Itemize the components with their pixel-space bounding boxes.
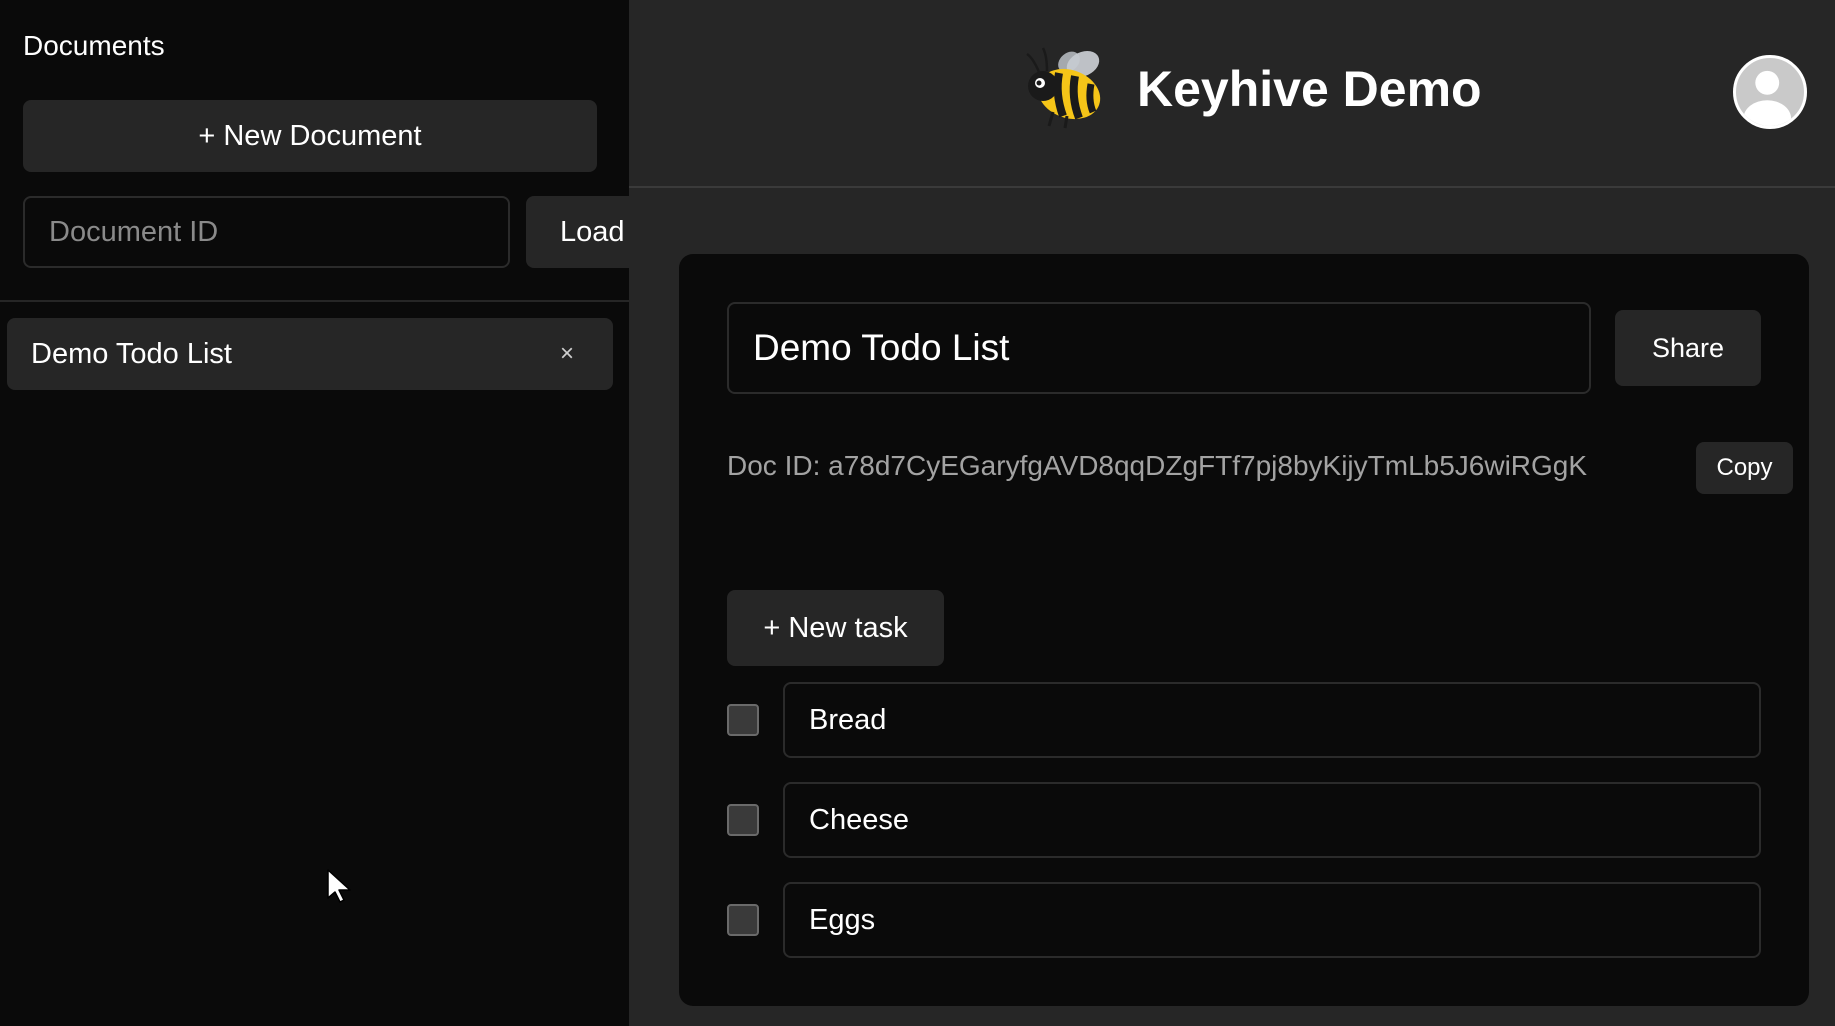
load-button[interactable]: Load bbox=[526, 196, 629, 268]
mouse-cursor-icon bbox=[327, 869, 351, 903]
copy-button[interactable]: Copy bbox=[1696, 442, 1793, 494]
task-checkbox[interactable] bbox=[727, 704, 759, 736]
sidebar-title: Documents bbox=[23, 30, 165, 61]
doc-id-text: Doc ID: a78d7CyEGaryfgAVD8qqDZgFTf7pj8by… bbox=[727, 450, 1588, 481]
document-list-item[interactable]: Demo Todo List × bbox=[7, 318, 613, 390]
document-title-input[interactable] bbox=[727, 302, 1591, 394]
task-input[interactable] bbox=[783, 882, 1761, 958]
sidebar: Documents + New Document Load Demo Todo … bbox=[0, 0, 629, 1026]
task-row bbox=[727, 882, 1761, 958]
app-title: Keyhive Demo bbox=[1137, 61, 1482, 117]
new-task-button[interactable]: + New task bbox=[727, 590, 944, 666]
sidebar-divider bbox=[0, 300, 629, 302]
close-icon[interactable]: × bbox=[555, 340, 579, 367]
share-button[interactable]: Share bbox=[1615, 310, 1761, 386]
task-checkbox[interactable] bbox=[727, 904, 759, 936]
avatar[interactable] bbox=[1733, 55, 1807, 129]
main-panel: Keyhive Demo Share Doc ID: a78d7CyEGaryf… bbox=[629, 0, 1835, 1026]
header: Keyhive Demo bbox=[629, 0, 1835, 188]
task-row bbox=[727, 682, 1761, 758]
document-id-input[interactable] bbox=[23, 196, 510, 268]
task-checkbox[interactable] bbox=[727, 804, 759, 836]
bee-icon bbox=[1026, 47, 1101, 129]
app-window: Documents + New Document Load Demo Todo … bbox=[0, 0, 1835, 1026]
task-input[interactable] bbox=[783, 782, 1761, 858]
user-avatar-icon bbox=[1743, 70, 1792, 126]
document-list-item-label: Demo Todo List bbox=[31, 337, 232, 370]
document-card: Share Doc ID: a78d7CyEGaryfgAVD8qqDZgFTf… bbox=[679, 254, 1809, 1006]
new-document-button[interactable]: + New Document bbox=[23, 100, 597, 172]
task-input[interactable] bbox=[783, 682, 1761, 758]
task-row bbox=[727, 782, 1761, 858]
